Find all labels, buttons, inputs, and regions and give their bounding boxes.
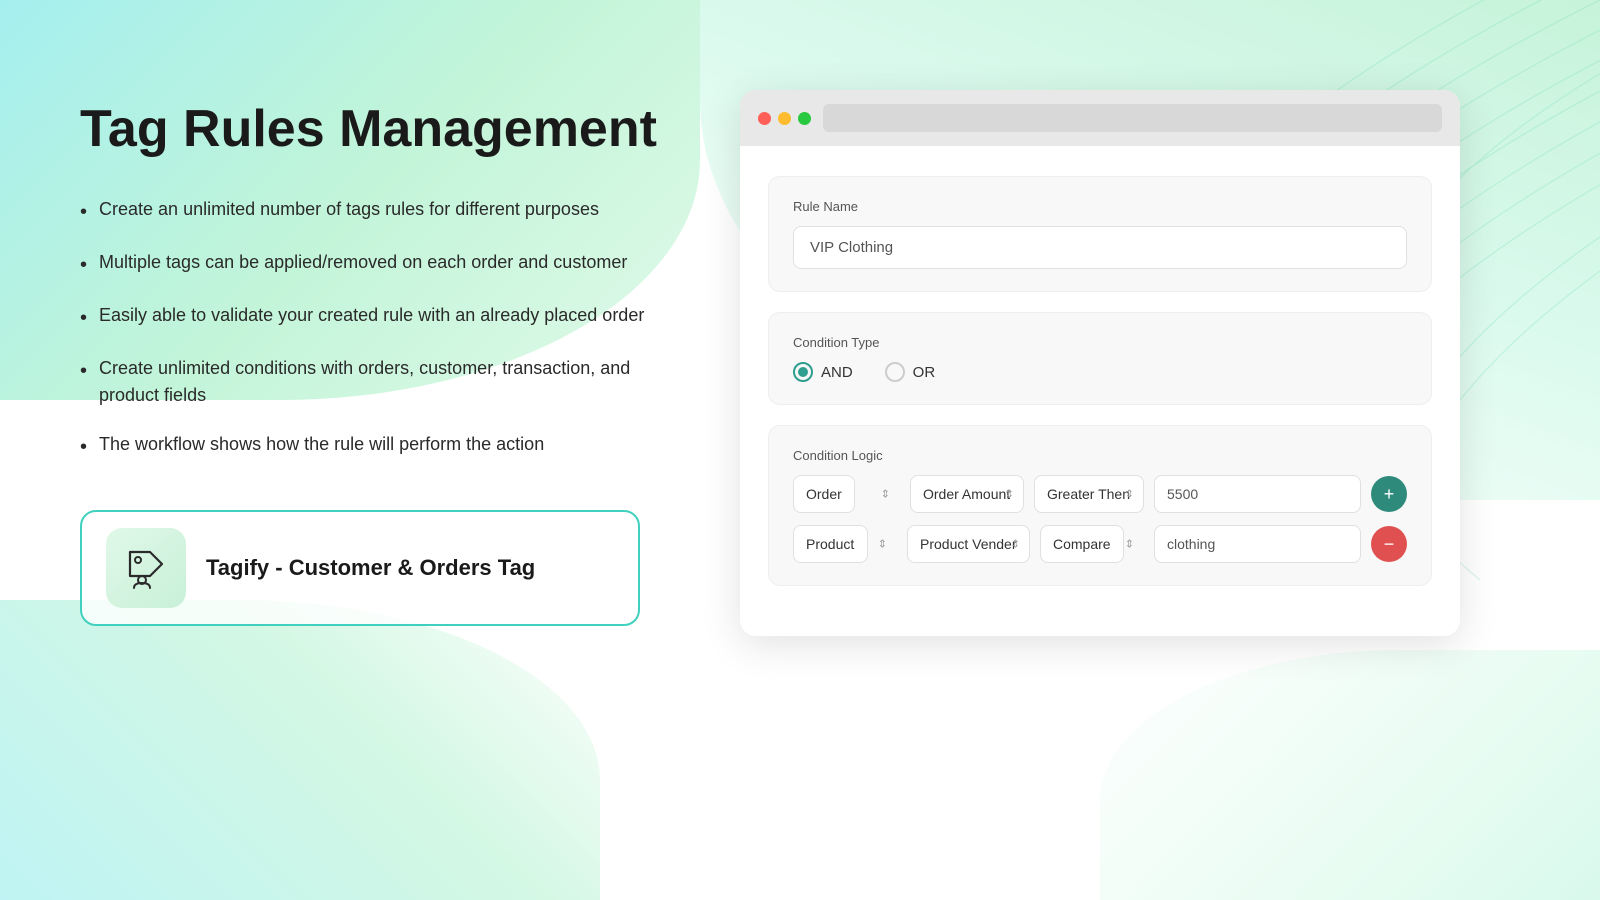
condition-logic-section: Condition Logic Order Order Amount — [768, 425, 1432, 586]
page-title: Tag Rules Management — [80, 100, 660, 160]
list-item: The workflow shows how the rule will per… — [80, 431, 660, 462]
radio-or-circle — [885, 362, 905, 382]
feature-list: Create an unlimited number of tags rules… — [80, 196, 660, 462]
radio-and-circle — [793, 362, 813, 382]
radio-group: AND OR — [793, 362, 1407, 382]
field1-wrapper-1: Order — [793, 475, 900, 513]
app-icon-container — [106, 528, 186, 608]
rule-name-section: Rule Name — [768, 176, 1432, 292]
radio-or[interactable]: OR — [885, 362, 936, 382]
operator-select-2[interactable]: Compare — [1040, 525, 1124, 563]
field2-wrapper-2: Product Vender — [907, 525, 1030, 563]
field2-select-1[interactable]: Order Amount — [910, 475, 1024, 513]
traffic-lights — [758, 112, 811, 125]
condition-logic-label: Condition Logic — [793, 448, 1407, 463]
operator-select-1[interactable]: Greater Then — [1034, 475, 1144, 513]
address-bar — [823, 104, 1442, 132]
tag-icon — [122, 544, 170, 592]
list-item: Create unlimited conditions with orders,… — [80, 355, 660, 409]
condition-row-2: Product Product Vender Compare — [793, 525, 1407, 563]
field2-select-2[interactable]: Product Vender — [907, 525, 1030, 563]
add-condition-button[interactable]: + — [1371, 476, 1407, 512]
browser-content: Rule Name Condition Type AND OR — [740, 146, 1460, 636]
value-input-2[interactable] — [1154, 525, 1361, 563]
rule-name-input[interactable] — [793, 226, 1407, 269]
value-input-1[interactable] — [1154, 475, 1361, 513]
right-panel: Rule Name Condition Type AND OR — [740, 80, 1540, 636]
browser-window: Rule Name Condition Type AND OR — [740, 90, 1460, 636]
list-item: Create an unlimited number of tags rules… — [80, 196, 660, 227]
field1-select-2[interactable]: Product — [793, 525, 868, 563]
field2-wrapper-1: Order Amount — [910, 475, 1024, 513]
browser-toolbar — [740, 90, 1460, 146]
field1-select-1[interactable]: Order — [793, 475, 855, 513]
remove-condition-button[interactable]: − — [1371, 526, 1407, 562]
app-card: Tagify - Customer & Orders Tag — [80, 510, 640, 626]
field1-wrapper-2: Product — [793, 525, 897, 563]
radio-and[interactable]: AND — [793, 362, 853, 382]
list-item: Easily able to validate your created rul… — [80, 302, 660, 333]
radio-and-label: AND — [821, 364, 853, 381]
operator-wrapper-2: Compare — [1040, 525, 1144, 563]
list-item: Multiple tags can be applied/removed on … — [80, 249, 660, 280]
traffic-light-red[interactable] — [758, 112, 771, 125]
traffic-light-yellow[interactable] — [778, 112, 791, 125]
condition-type-label: Condition Type — [793, 335, 1407, 350]
condition-type-section: Condition Type AND OR — [768, 312, 1432, 405]
condition-row-1: Order Order Amount Greater Then — [793, 475, 1407, 513]
main-content: Tag Rules Management Create an unlimited… — [0, 0, 1600, 900]
rule-name-label: Rule Name — [793, 199, 1407, 214]
radio-or-label: OR — [913, 364, 936, 381]
operator-wrapper-1: Greater Then — [1034, 475, 1144, 513]
traffic-light-green[interactable] — [798, 112, 811, 125]
left-panel: Tag Rules Management Create an unlimited… — [80, 80, 660, 626]
app-name: Tagify - Customer & Orders Tag — [206, 555, 535, 581]
